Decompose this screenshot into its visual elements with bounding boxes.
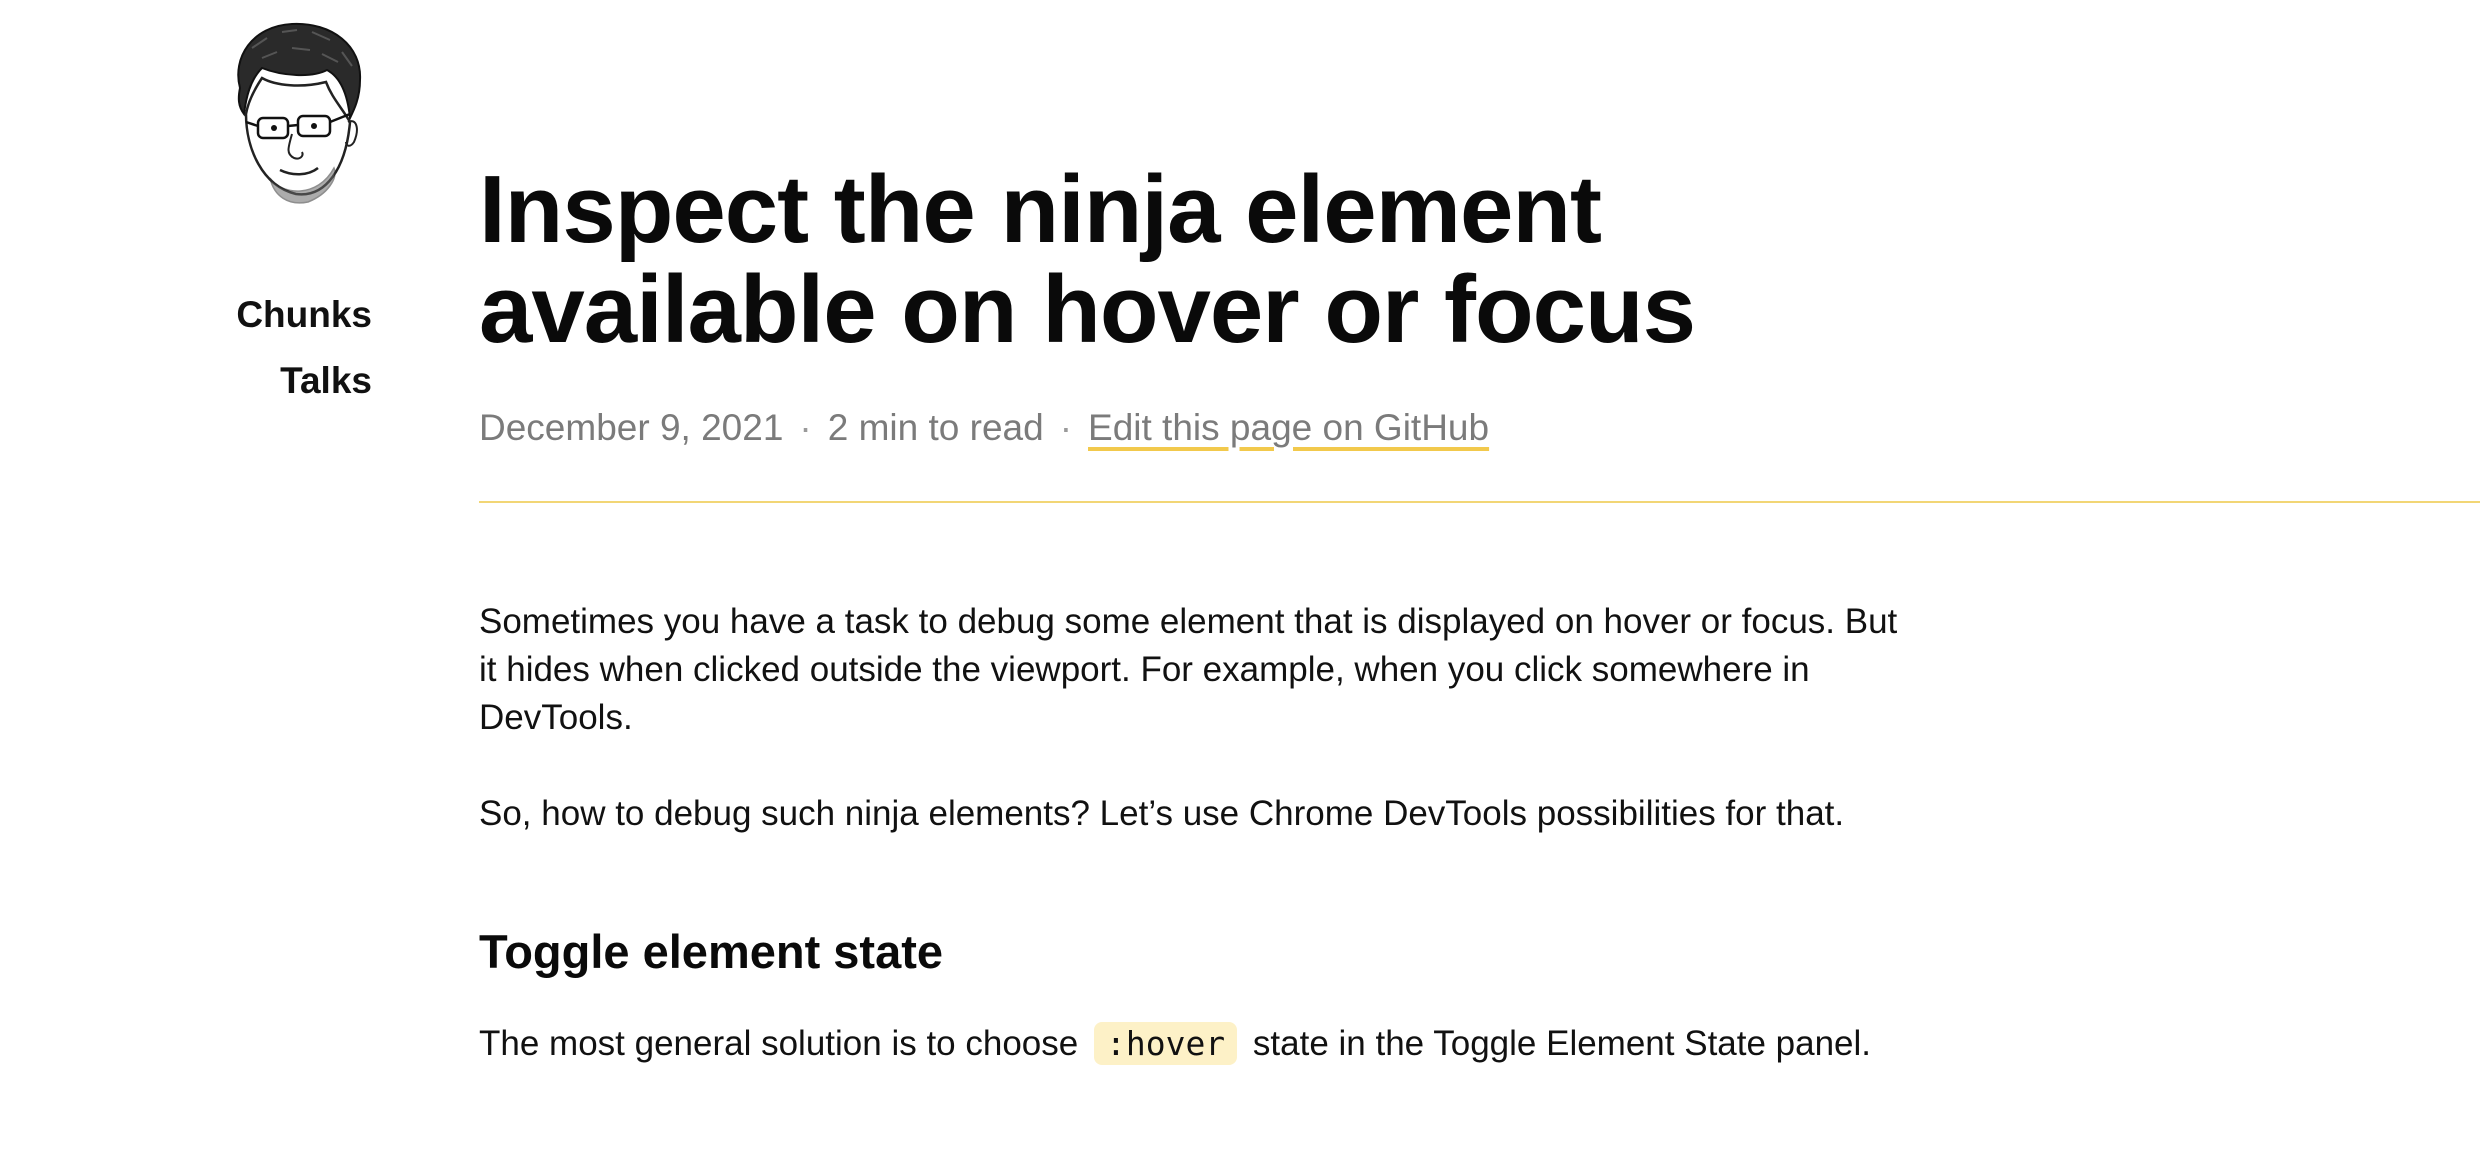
inline-code-hover: :hover [1093,1022,1238,1065]
side-nav: Chunks Talks [150,282,372,414]
paragraph-text-before-code: The most general solution is to choose [479,1024,1079,1063]
author-sketch-icon [237,22,362,204]
nav-link-chunks[interactable]: Chunks [150,282,372,348]
edit-on-github-link[interactable]: Edit this page on GitHub [1088,407,1489,448]
article-meta: December 9, 2021 · 2 min to read · Edit this… [479,406,2379,450]
read-time: 2 min to read [827,407,1044,448]
article-header: Inspect the ninja element available on h… [479,160,2379,450]
article-title: Inspect the ninja element available on h… [479,156,1696,363]
meta-separator: · [799,407,812,448]
paragraph-question: So, how to debug such ninja elements? Le… [479,794,1845,833]
author-avatar[interactable] [222,18,372,218]
paragraph-text-after-code: state in the Toggle Element State panel. [1252,1024,1872,1063]
header-divider [479,501,2480,503]
publish-date: December 9, 2021 [479,407,784,448]
section-heading: Toggle element state [479,925,944,978]
meta-separator: · [1059,407,1073,448]
paragraph-intro: Sometimes you have a task to debug some … [479,602,1898,737]
page: Chunks Talks Inspect the ninja element a… [0,0,2480,1152]
article-body: Sometimes you have a task to debug some … [479,598,1899,1068]
nav-link-talks[interactable]: Talks [150,348,372,414]
paragraph-toggle-state: The most general solution is to choose :… [479,1020,1899,1068]
